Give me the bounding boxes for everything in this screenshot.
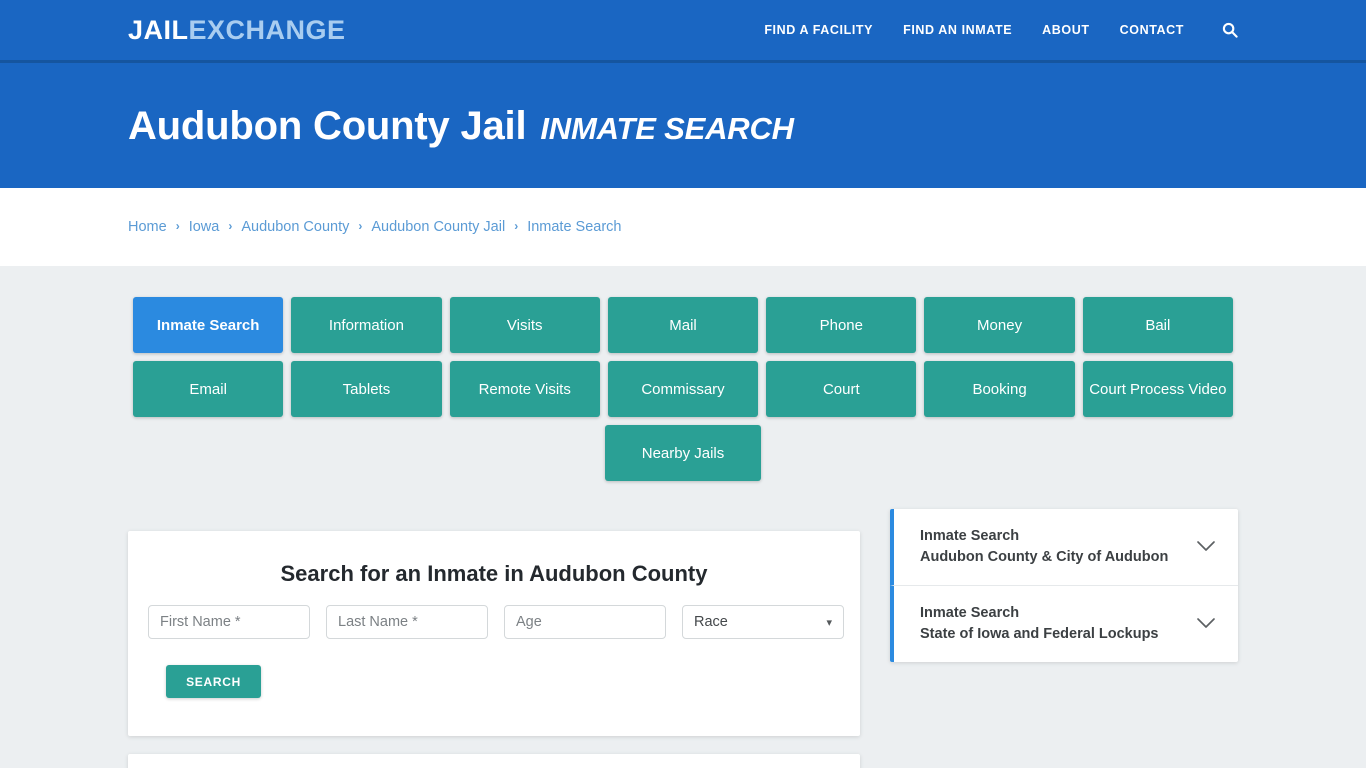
- page-hero: Audubon County Jail INMATE SEARCH: [0, 63, 1366, 188]
- sidebar-column: Inmate Search Audubon County & City of A…: [890, 509, 1238, 663]
- search-icon[interactable]: [1222, 22, 1238, 38]
- facility-tabs-row-2: Email Tablets Remote Visits Commissary C…: [133, 361, 1233, 417]
- breadcrumb-item-iowa[interactable]: Iowa: [189, 219, 220, 235]
- tab-mail[interactable]: Mail: [607, 297, 759, 353]
- accordion-item-county-text: Inmate Search Audubon County & City of A…: [920, 526, 1196, 568]
- race-select[interactable]: Race ▾: [682, 605, 844, 639]
- tab-email[interactable]: Email: [133, 361, 284, 417]
- tab-bail[interactable]: Bail: [1082, 297, 1233, 353]
- tab-nearby-jails[interactable]: Nearby Jails: [605, 425, 761, 481]
- accordion-item-state[interactable]: Inmate Search State of Iowa and Federal …: [890, 585, 1238, 663]
- results-placeholder-card: [128, 754, 860, 768]
- accordion-item-state-text: Inmate Search State of Iowa and Federal …: [920, 603, 1196, 645]
- first-name-input[interactable]: First Name *: [148, 605, 310, 639]
- content-split: Search for an Inmate in Audubon County F…: [128, 489, 1238, 768]
- facility-tabs-row-1: Inmate Search Information Visits Mail Ph…: [133, 297, 1233, 353]
- site-header: JAILEXCHANGE FIND A FACILITY FIND AN INM…: [0, 0, 1366, 63]
- logo-text-jail: JAIL: [128, 14, 189, 45]
- accordion-item-county[interactable]: Inmate Search Audubon County & City of A…: [890, 509, 1238, 586]
- nav-item-find-an-inmate[interactable]: FIND AN INMATE: [903, 23, 1012, 37]
- accordion-item-state-line1: Inmate Search: [920, 605, 1020, 622]
- breadcrumb-item-home[interactable]: Home: [128, 219, 167, 235]
- inmate-search-card: Search for an Inmate in Audubon County F…: [128, 531, 860, 736]
- tab-booking[interactable]: Booking: [924, 361, 1075, 417]
- tab-inmate-search[interactable]: Inmate Search: [133, 297, 284, 353]
- breadcrumb: Home › Iowa › Audubon County › Audubon C…: [128, 219, 622, 235]
- main-navigation: FIND A FACILITY FIND AN INMATE ABOUT CON…: [764, 22, 1238, 38]
- chevron-right-icon: ›: [175, 219, 180, 233]
- primary-column: Search for an Inmate in Audubon County F…: [128, 531, 860, 768]
- search-form-fields: First Name * Last Name * Age Race ▾: [148, 605, 844, 639]
- breadcrumb-item-audubon-county-jail[interactable]: Audubon County Jail: [371, 219, 505, 235]
- breadcrumb-band: Home › Iowa › Audubon County › Audubon C…: [0, 188, 1366, 266]
- tab-court-process-video[interactable]: Court Process Video: [1082, 361, 1233, 417]
- breadcrumb-item-audubon-county[interactable]: Audubon County: [241, 219, 349, 235]
- chevron-right-icon: ›: [514, 219, 519, 233]
- chevron-down-icon[interactable]: [1196, 614, 1222, 634]
- age-input[interactable]: Age: [504, 605, 666, 639]
- facility-tabs: Inmate Search Information Visits Mail Ph…: [133, 266, 1233, 481]
- accordion-item-county-line2: Audubon County & City of Audubon: [920, 549, 1169, 566]
- facility-tabs-row-3: Nearby Jails: [133, 425, 1233, 481]
- chevron-down-icon: ▾: [826, 616, 832, 629]
- tab-information[interactable]: Information: [291, 297, 442, 353]
- main-content: Inmate Search Information Visits Mail Ph…: [0, 266, 1366, 768]
- nav-item-find-a-facility[interactable]: FIND A FACILITY: [764, 23, 873, 37]
- search-form-heading: Search for an Inmate in Audubon County: [280, 561, 708, 586]
- tab-visits[interactable]: Visits: [449, 297, 600, 353]
- tab-money[interactable]: Money: [924, 297, 1075, 353]
- tab-commissary[interactable]: Commissary: [607, 361, 759, 417]
- site-logo[interactable]: JAILEXCHANGE: [128, 14, 346, 45]
- accordion-item-county-line1: Inmate Search: [920, 528, 1020, 544]
- nav-item-contact[interactable]: CONTACT: [1120, 23, 1184, 37]
- chevron-right-icon: ›: [358, 219, 363, 233]
- search-button[interactable]: SEARCH: [166, 665, 261, 698]
- accordion-item-state-line2: State of Iowa and Federal Lockups: [920, 626, 1159, 643]
- chevron-down-icon[interactable]: [1196, 537, 1222, 557]
- tab-tablets[interactable]: Tablets: [291, 361, 442, 417]
- page-title: Audubon County Jail: [128, 103, 527, 148]
- tab-phone[interactable]: Phone: [766, 297, 917, 353]
- last-name-input[interactable]: Last Name *: [326, 605, 488, 639]
- tab-remote-visits[interactable]: Remote Visits: [449, 361, 600, 417]
- page-subtitle: INMATE SEARCH: [540, 110, 794, 146]
- breadcrumb-item-inmate-search: Inmate Search: [527, 219, 622, 235]
- nav-item-about[interactable]: ABOUT: [1042, 23, 1089, 37]
- chevron-right-icon: ›: [228, 219, 233, 233]
- logo-text-exchange: EXCHANGE: [188, 14, 346, 45]
- race-select-value: Race: [694, 614, 728, 630]
- tab-court[interactable]: Court: [766, 361, 917, 417]
- inmate-search-accordion: Inmate Search Audubon County & City of A…: [890, 509, 1238, 663]
